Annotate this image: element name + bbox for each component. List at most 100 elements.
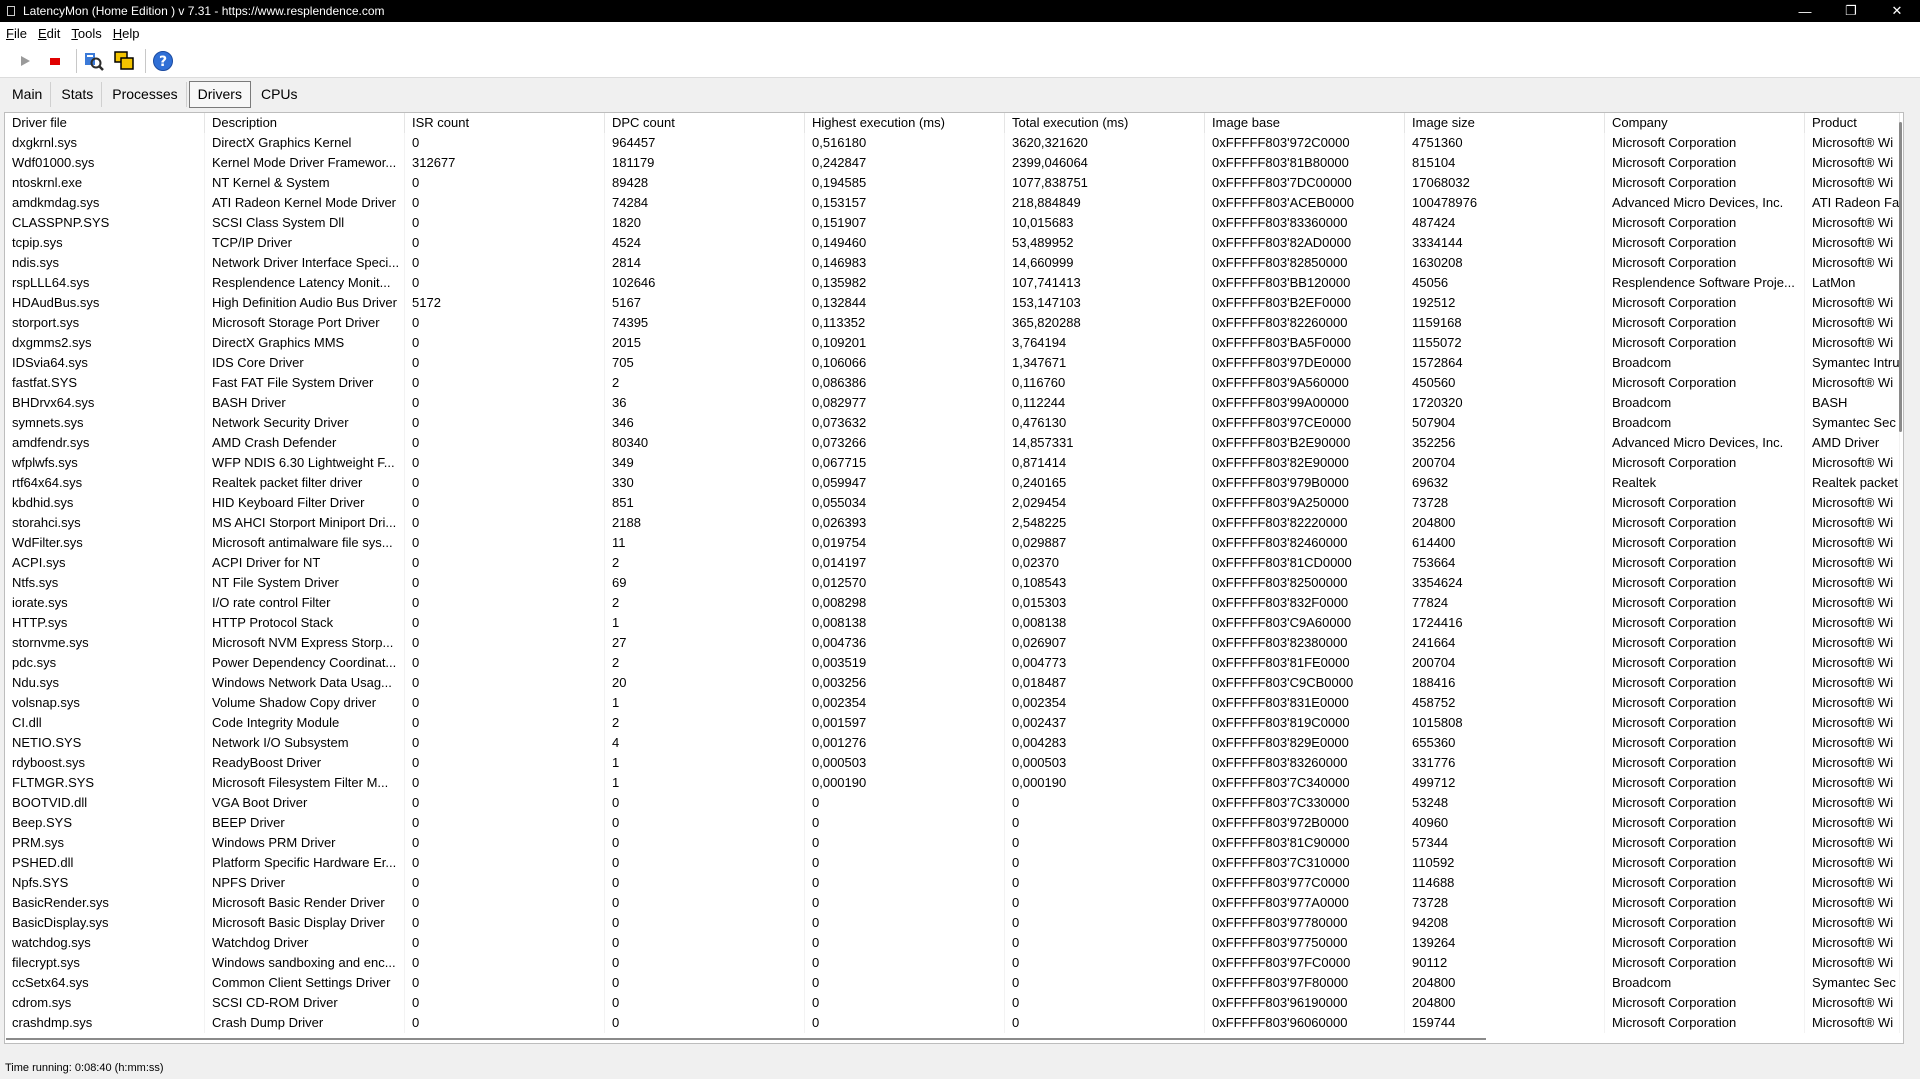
table-row[interactable]: amdfendr.sys AMD Crash Defender 0 80340 0,07…	[5, 433, 1903, 453]
table-row[interactable]: Npfs.SYS NPFS Driver 0 0 0 0 0xFFFFF803'977C00…	[5, 873, 1903, 893]
tab-drivers[interactable]: Drivers	[188, 81, 251, 108]
table-row[interactable]: watchdog.sys Watchdog Driver 0 0 0 0 0xFFFFF80…	[5, 933, 1903, 953]
tab-processes[interactable]: Processes	[104, 82, 187, 107]
table-row[interactable]: ndis.sys Network Driver Interface Speci..…	[5, 253, 1903, 273]
table-row[interactable]: BHDrvx64.sys BASH Driver 0 36 0,082977 0,1122…	[5, 393, 1903, 413]
tab-cpus[interactable]: CPUs	[253, 82, 306, 107]
table-row[interactable]: filecrypt.sys Windows sandboxing and enc.…	[5, 953, 1903, 973]
status-bar: Time running: 0:08:40 (h:mm:ss)	[0, 1058, 1920, 1079]
cell-total-execution: 0,026907	[1005, 633, 1205, 653]
column-header-highest-execution[interactable]: Highest execution (ms)	[805, 113, 1005, 133]
table-row[interactable]: PSHED.dll Platform Specific Hardware Er..…	[5, 853, 1903, 873]
cpu-view-button[interactable]	[111, 48, 137, 74]
table-row[interactable]: CI.dll Code Integrity Module 0 2 0,001597 0,0…	[5, 713, 1903, 733]
cell-product: Microsoft® Wi	[1805, 913, 1900, 933]
table-row[interactable]: Ndu.sys Windows Network Data Usag... 0 20 0,…	[5, 673, 1903, 693]
cell-company: Microsoft Corporation	[1605, 913, 1805, 933]
table-row[interactable]: tcpip.sys TCP/IP Driver 0 4524 0,149460 53,48…	[5, 233, 1903, 253]
table-row[interactable]: volsnap.sys Volume Shadow Copy driver 0 1 0,…	[5, 693, 1903, 713]
column-header-dpc-count[interactable]: DPC count	[605, 113, 805, 133]
table-row[interactable]: FLTMGR.SYS Microsoft Filesystem Filter M.…	[5, 773, 1903, 793]
table-row[interactable]: Wdf01000.sys Kernel Mode Driver Framewor.…	[5, 153, 1903, 173]
table-row[interactable]: crashdmp.sys Crash Dump Driver 0 0 0 0 0xFFFFF…	[5, 1013, 1903, 1033]
table-row[interactable]: rspLLL64.sys Resplendence Latency Monit..…	[5, 273, 1903, 293]
cell-dpc-count: 2	[605, 593, 805, 613]
menu-file[interactable]: File	[6, 26, 27, 41]
table-row[interactable]: Ntfs.sys NT File System Driver 0 69 0,012570…	[5, 573, 1903, 593]
stop-button[interactable]	[42, 48, 68, 74]
column-header-isr-count[interactable]: ISR count	[405, 113, 605, 133]
table-row[interactable]: pdc.sys Power Dependency Coordinat... 0 2 0,…	[5, 653, 1903, 673]
column-header-description[interactable]: Description	[205, 113, 405, 133]
table-row[interactable]: wfplwfs.sys WFP NDIS 6.30 Lightweight F..…	[5, 453, 1903, 473]
cell-image-size: 159744	[1405, 1013, 1605, 1033]
table-row[interactable]: BasicRender.sys Microsoft Basic Render Dr…	[5, 893, 1903, 913]
horizontal-scrollbar-thumb[interactable]	[6, 1038, 1486, 1040]
close-button[interactable]: ✕	[1874, 0, 1920, 22]
table-row[interactable]: ACPI.sys ACPI Driver for NT 0 2 0,014197 0,02…	[5, 553, 1903, 573]
table-row[interactable]: PRM.sys Windows PRM Driver 0 0 0 0 0xFFFFF803'…	[5, 833, 1903, 853]
cell-dpc-count: 1820	[605, 213, 805, 233]
cell-image-base: 0xFFFFF803'7C310000	[1205, 853, 1405, 873]
cell-total-execution: 0	[1005, 833, 1205, 853]
cell-description: BEEP Driver	[205, 813, 405, 833]
tab-main[interactable]: Main	[4, 82, 52, 107]
vertical-scrollbar[interactable]	[1896, 112, 1908, 1032]
table-row[interactable]: cdrom.sys SCSI CD-ROM Driver 0 0 0 0 0xFFFFF80…	[5, 993, 1903, 1013]
cell-isr-count: 0	[405, 1013, 605, 1033]
cell-description: Platform Specific Hardware Er...	[205, 853, 405, 873]
table-row[interactable]: IDSvia64.sys IDS Core Driver 0 705 0,106066 1…	[5, 353, 1903, 373]
table-row[interactable]: ccSetx64.sys Common Client Settings Drive…	[5, 973, 1903, 993]
horizontal-scrollbar[interactable]	[4, 1032, 1896, 1044]
cell-image-base: 0xFFFFF803'BB120000	[1205, 273, 1405, 293]
cell-description: DirectX Graphics MMS	[205, 333, 405, 353]
table-row[interactable]: fastfat.SYS Fast FAT File System Driver 0 2…	[5, 373, 1903, 393]
cell-image-base: 0xFFFFF803'7C340000	[1205, 773, 1405, 793]
cell-image-size: 3354624	[1405, 573, 1605, 593]
table-row[interactable]: BOOTVID.dll VGA Boot Driver 0 0 0 0 0xFFFFF803…	[5, 793, 1903, 813]
search-drivers-button[interactable]	[81, 48, 107, 74]
column-header-image-base[interactable]: Image base	[1205, 113, 1405, 133]
table-row[interactable]: dxgkrnl.sys DirectX Graphics Kernel 0 96445…	[5, 133, 1903, 153]
column-header-product[interactable]: Product	[1805, 113, 1900, 133]
table-row[interactable]: storahci.sys MS AHCI Storport Miniport Dr…	[5, 513, 1903, 533]
menu-help[interactable]: Help	[113, 26, 140, 41]
column-header-company[interactable]: Company	[1605, 113, 1805, 133]
table-row[interactable]: storport.sys Microsoft Storage Port Drive…	[5, 313, 1903, 333]
tab-stats[interactable]: Stats	[53, 82, 103, 107]
table-row[interactable]: dxgmms2.sys DirectX Graphics MMS 0 2015 0,10…	[5, 333, 1903, 353]
cell-image-base: 0xFFFFF803'979B0000	[1205, 473, 1405, 493]
table-row[interactable]: BasicDisplay.sys Microsoft Basic Display …	[5, 913, 1903, 933]
table-row[interactable]: symnets.sys Network Security Driver 0 346 0,…	[5, 413, 1903, 433]
cell-image-base: 0xFFFFF803'ACEB0000	[1205, 193, 1405, 213]
table-row[interactable]: CLASSPNP.SYS SCSI Class System Dll 0 1820 0,…	[5, 213, 1903, 233]
table-row[interactable]: WdFilter.sys Microsoft antimalware file s…	[5, 533, 1903, 553]
start-button[interactable]	[12, 48, 38, 74]
table-row[interactable]: amdkmdag.sys ATI Radeon Kernel Mode Drive…	[5, 193, 1903, 213]
menu-edit[interactable]: Edit	[38, 26, 60, 41]
minimize-button[interactable]: —	[1782, 0, 1828, 22]
table-row[interactable]: stornvme.sys Microsoft NVM Express Storp.…	[5, 633, 1903, 653]
table-row[interactable]: iorate.sys I/O rate control Filter 0 2 0,008…	[5, 593, 1903, 613]
cell-total-execution: 0,015303	[1005, 593, 1205, 613]
vertical-scrollbar-thumb[interactable]	[1899, 122, 1902, 432]
column-header-driver-file[interactable]: Driver file	[5, 113, 205, 133]
table-row[interactable]: Beep.SYS BEEP Driver 0 0 0 0 0xFFFFF803'972B00…	[5, 813, 1903, 833]
help-button[interactable]: ?	[150, 48, 176, 74]
table-row[interactable]: kbdhid.sys HID Keyboard Filter Driver 0 851…	[5, 493, 1903, 513]
menu-tools[interactable]: Tools	[71, 26, 101, 41]
column-header-image-size[interactable]: Image size	[1405, 113, 1605, 133]
cell-dpc-count: 0	[605, 853, 805, 873]
table-row[interactable]: ntoskrnl.exe NT Kernel & System 0 89428 0,19…	[5, 173, 1903, 193]
column-header-total-execution[interactable]: Total execution (ms)	[1005, 113, 1205, 133]
cell-company: Microsoft Corporation	[1605, 133, 1805, 153]
cell-image-base: 0xFFFFF803'82220000	[1205, 513, 1405, 533]
table-row[interactable]: HDAudBus.sys High Definition Audio Bus Dr…	[5, 293, 1903, 313]
table-row[interactable]: HTTP.sys HTTP Protocol Stack 0 1 0,008138 0,0…	[5, 613, 1903, 633]
table-row[interactable]: rtf64x64.sys Realtek packet filter driver…	[5, 473, 1903, 493]
cell-highest-execution: 0,086386	[805, 373, 1005, 393]
table-row[interactable]: NETIO.SYS Network I/O Subsystem 0 4 0,001276…	[5, 733, 1903, 753]
table-row[interactable]: rdyboost.sys ReadyBoost Driver 0 1 0,000503 0…	[5, 753, 1903, 773]
cell-driver-file: storahci.sys	[5, 513, 205, 533]
restore-button[interactable]: ❐	[1828, 0, 1874, 22]
